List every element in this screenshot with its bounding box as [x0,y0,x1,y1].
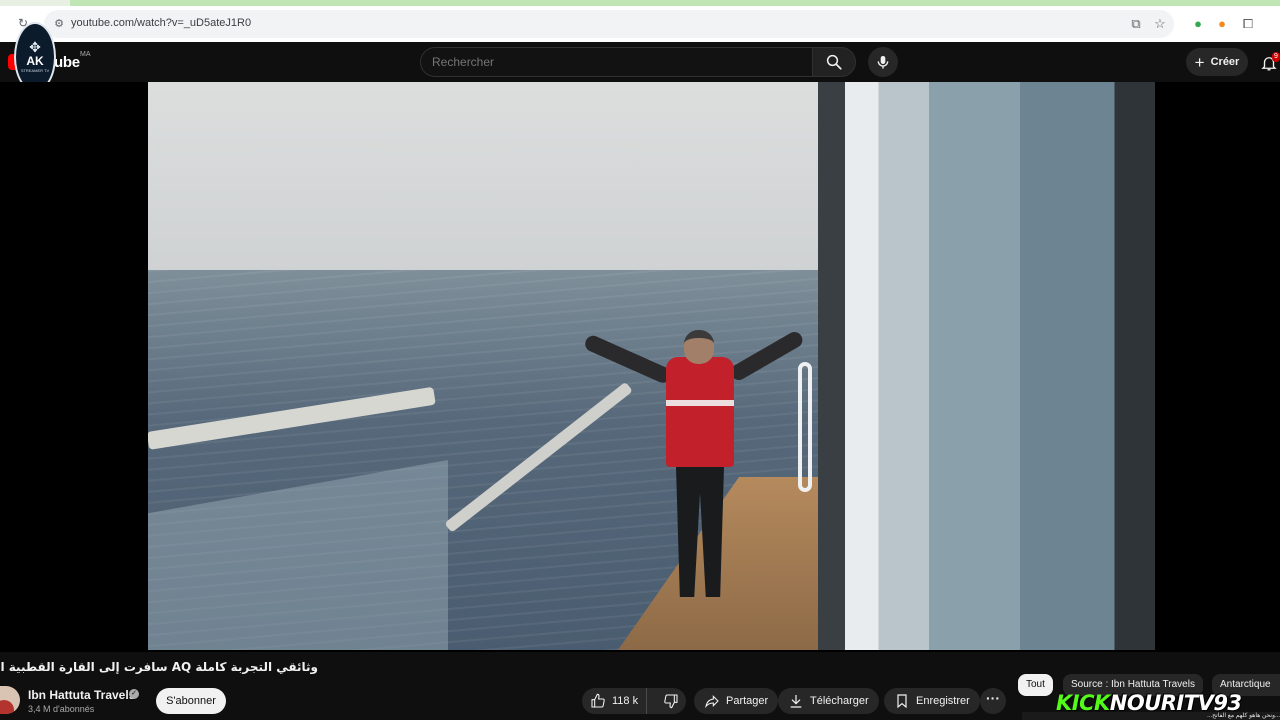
video-frame[interactable] [148,82,1155,650]
browser-address-bar: ↻ ⚙ youtube.com/watch?v=_uD5ateJ1R0 ⧉ ☆ … [0,6,1280,42]
badge-subtitle: STREAMER TV [20,68,50,73]
search-box [420,47,812,77]
thumbs-down-icon [664,694,678,709]
like-dislike-group: 118 k [582,688,686,714]
youtube-logo-text[interactable]: ube [54,54,80,71]
like-count: 118 k [612,695,639,707]
search-button[interactable] [812,47,856,77]
install-app-icon[interactable]: ⧉ [1128,16,1144,32]
more-dots-icon: ··· [986,690,1000,706]
create-button[interactable]: + Créer [1186,48,1248,76]
phoenix-icon: ✥ [29,39,41,55]
verified-check-icon: ✓ [129,689,139,699]
download-label: Télécharger [810,695,869,707]
download-icon [790,695,802,708]
ticker-text: ...ونحن هاهو كلهم مع الفاتح... [1207,713,1280,719]
share-button[interactable]: Partager [694,688,779,714]
video-person-head [684,330,714,364]
save-label: Enregistrer [916,695,970,707]
video-title: وثائقي التجربة كاملة AQ سافرت إلى القارة… [0,660,318,674]
download-button[interactable]: Télécharger [778,688,879,714]
thumbs-up-icon [591,693,605,708]
more-actions-button[interactable]: ··· [980,688,1006,714]
subscriber-count: 3,4 M d'abonnés [28,704,95,714]
bookmark-star-icon[interactable]: ☆ [1152,16,1168,32]
chat-ticker: ...ونحن هاهو كلهم مع الفاتح... [1022,712,1280,720]
extension-orange-icon[interactable]: ● [1214,16,1230,32]
save-button[interactable]: Enregistrer [884,688,980,714]
notification-count-badge: 9 [1272,52,1280,62]
search-input[interactable] [432,55,792,69]
extension-green-icon[interactable]: ● [1190,16,1206,32]
bookmark-icon [897,694,907,709]
country-code: MA [80,51,91,58]
like-button[interactable]: 118 k [582,688,648,714]
youtube-header: ube MA ✥ AK STREAMER TV + Créer 9 [0,22,1280,92]
search-icon [826,54,842,70]
channel-name[interactable]: Ibn Hattuta Travels [28,688,135,702]
video-ship-wall [818,82,1155,650]
video-person-jacket [666,357,734,467]
dislike-button[interactable] [653,688,689,714]
chip-all[interactable]: Tout [1018,674,1053,696]
url-text[interactable]: youtube.com/watch?v=_uD5ateJ1R0 [71,17,251,29]
video-door-handle [798,362,812,492]
share-arrow-icon [705,695,719,709]
video-person-jacket-stripe [666,400,734,406]
share-label: Partager [726,695,769,707]
site-info-icon[interactable]: ⚙ [52,17,66,31]
extensions-puzzle-icon[interactable]: ⧠ [1240,16,1256,32]
plus-icon: + [1194,52,1205,72]
voice-search-button[interactable] [868,47,898,77]
subscribe-button[interactable]: S'abonner [156,688,226,714]
badge-title: AK [26,54,44,68]
create-label: Créer [1210,56,1240,68]
video-player[interactable] [0,82,1280,652]
channel-avatar[interactable] [0,686,20,714]
microphone-icon [877,56,889,69]
